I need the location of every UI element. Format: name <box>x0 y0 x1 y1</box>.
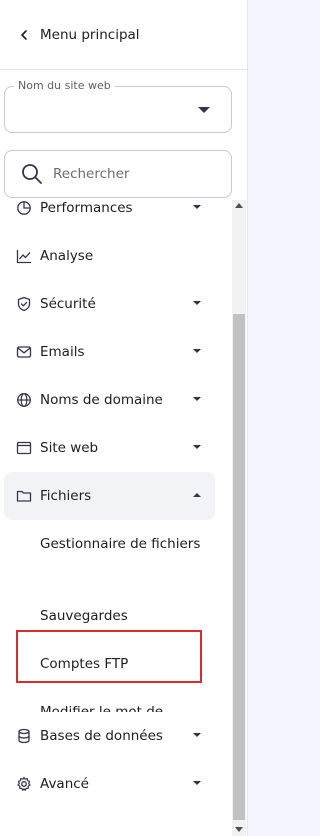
folder-icon <box>16 490 32 502</box>
nav-item-emails[interactable]: Emails <box>4 328 215 376</box>
scroll-down-arrow-icon[interactable] <box>235 827 243 832</box>
nav-label: Analyse <box>40 248 94 264</box>
chevron-down-icon <box>193 349 201 353</box>
subnav-item-sauvegardes[interactable]: Sauvegardes <box>40 604 210 628</box>
scrollbar-thumb[interactable] <box>233 314 245 820</box>
database-icon <box>18 728 30 744</box>
nav-item-bases-de-donnees[interactable]: Bases de données <box>4 712 215 760</box>
chevron-down-icon <box>193 205 201 209</box>
chevron-up-icon <box>193 493 201 497</box>
nav-label: Emails <box>40 344 85 360</box>
nav-label: Noms de domaine <box>40 392 163 408</box>
chevron-down-icon <box>193 781 201 785</box>
search-box[interactable] <box>4 150 232 198</box>
chart-line-icon <box>16 250 31 264</box>
nav-label: Site web <box>40 440 99 456</box>
nav-item-performances[interactable]: Performances <box>4 200 215 232</box>
nav-label: Bases de données <box>40 728 163 744</box>
website-name-legend: Nom du site web <box>14 79 115 92</box>
envelope-icon <box>16 346 32 358</box>
vertical-scrollbar[interactable] <box>232 200 246 836</box>
nav-item-avance[interactable]: Avancé <box>4 760 215 808</box>
nav-label: Performances <box>40 200 133 216</box>
nav-item-fichiers[interactable]: Fichiers <box>4 472 215 520</box>
scroll-up-arrow-icon[interactable] <box>235 203 243 208</box>
chevron-left-icon <box>21 29 27 40</box>
selection-highlight-box <box>16 630 202 683</box>
caret-down-icon <box>198 107 210 113</box>
nav-item-site-web[interactable]: Site web <box>4 424 215 472</box>
nav-item-analyse[interactable]: Analyse <box>4 232 215 280</box>
nav-item-securite[interactable]: Sécurité <box>4 280 215 328</box>
nav-item-noms-de-domaine[interactable]: Noms de domaine <box>4 376 215 424</box>
nav-label: Sécurité <box>40 296 96 312</box>
globe-icon <box>17 393 31 407</box>
search-icon <box>22 164 42 184</box>
chevron-down-icon <box>193 733 201 737</box>
main-menu-label: Menu principal <box>40 26 140 43</box>
nav-list: Performances Analyse Sécurité Emails Nom… <box>0 200 248 836</box>
content-area-edge <box>248 0 272 836</box>
gauge-icon <box>17 201 31 215</box>
website-name-select[interactable]: Nom du site web <box>4 79 232 133</box>
chevron-down-icon <box>193 445 201 449</box>
browser-window-icon <box>16 441 32 455</box>
nav-label: Fichiers <box>40 488 92 504</box>
chevron-down-icon <box>193 397 201 401</box>
gear-icon <box>17 776 31 791</box>
chevron-down-icon <box>193 301 201 305</box>
nav-label: Avancé <box>40 776 89 792</box>
main-menu-back-button[interactable]: Menu principal <box>0 0 248 70</box>
shield-icon <box>17 296 31 312</box>
search-input[interactable] <box>53 166 213 182</box>
sidebar-panel: Menu principal Nom du site web Performan… <box>0 0 248 836</box>
subnav-item-gestionnaire-de-fichiers[interactable]: Gestionnaire de fichiers <box>40 532 210 556</box>
